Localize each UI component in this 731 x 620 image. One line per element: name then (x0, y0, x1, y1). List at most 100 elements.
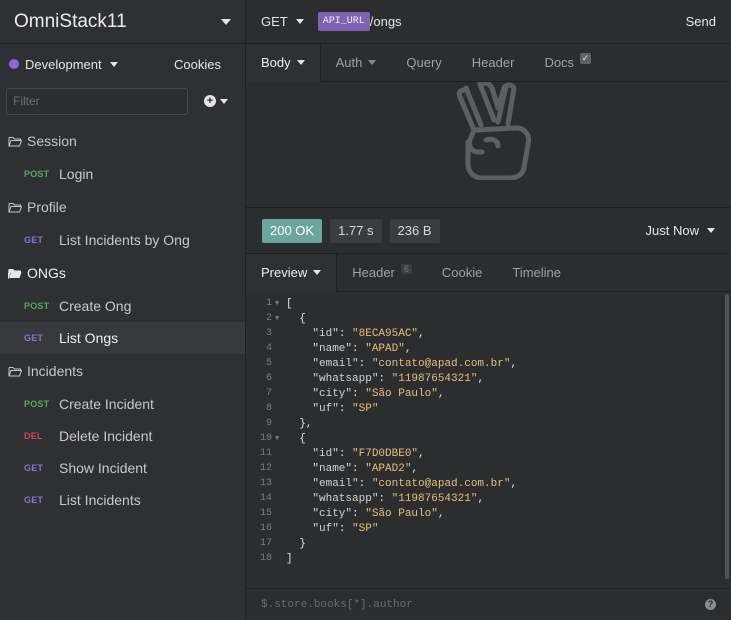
json-value: "São Paulo" (365, 387, 438, 400)
json-value: "São Paulo" (365, 507, 438, 520)
code-text: { (286, 312, 306, 325)
request-label: Create Ong (59, 298, 132, 314)
line-number: 1 (265, 298, 272, 309)
method-badge: GET (24, 333, 44, 343)
tab-body[interactable]: Body (246, 43, 321, 82)
json-value: "SP" (352, 402, 379, 415)
tab-label: Cookie (441, 265, 483, 280)
json-key: "email" (312, 477, 359, 490)
line-number: 18 (259, 553, 272, 564)
chevron-down-icon (313, 270, 322, 275)
method-badge: GET (24, 235, 44, 245)
tab-docs[interactable]: Docs ✓ (529, 44, 606, 82)
json-key: "name" (312, 462, 353, 475)
json-key: "whatsapp" (312, 372, 379, 385)
add-request-button[interactable]: + (204, 95, 228, 107)
fold-arrow-icon[interactable]: ▼ (272, 435, 286, 443)
chevron-down-icon[interactable] (295, 19, 304, 24)
code-line: 12 "name": "APAD2", (246, 461, 731, 476)
json-key: "name" (312, 342, 353, 355)
filter-input[interactable] (6, 87, 188, 115)
line-number: 2 (265, 313, 272, 324)
request-login[interactable]: POST Login (0, 158, 245, 190)
environment-color-dot (9, 59, 19, 69)
code-text: ] (286, 552, 293, 565)
folder-open-icon (8, 136, 22, 146)
history-label: Just Now (645, 223, 699, 238)
request-create-ong[interactable]: POST Create Ong (0, 290, 245, 322)
code-line: 3 "id": "8ECA95AC", (246, 326, 731, 341)
tab-label: Header (352, 265, 395, 280)
tab-timeline[interactable]: Timeline (497, 254, 576, 292)
json-key: "city" (312, 387, 353, 400)
code-line: 14 "whatsapp": "11987654321", (246, 491, 731, 506)
line-number: 17 (259, 538, 272, 549)
code-line: 16 "uf": "SP" (246, 521, 731, 536)
code-line: 2 ▼ { (246, 311, 731, 326)
chevron-down-icon[interactable] (109, 61, 118, 67)
folder-open-icon (8, 366, 22, 376)
header-count-badge: 6 (400, 263, 412, 274)
request-delete-incident[interactable]: DEL Delete Incident (0, 420, 245, 452)
folder-ongs[interactable]: ONGs (0, 256, 245, 290)
tab-response-header[interactable]: Header 6 (337, 254, 427, 292)
peace-hand-icon (456, 82, 531, 180)
line-number: 11 (259, 448, 272, 459)
fold-arrow-icon[interactable]: ▼ (272, 300, 286, 308)
line-number: 10 (259, 433, 272, 444)
request-show-incident[interactable]: GET Show Incident (0, 452, 245, 484)
tab-header[interactable]: Header (457, 44, 530, 82)
line-number: 15 (259, 508, 272, 519)
json-key: "id" (312, 447, 339, 460)
json-value: "11987654321" (391, 372, 478, 385)
tab-query[interactable]: Query (391, 44, 456, 82)
method-badge: DEL (24, 431, 43, 441)
response-tabs: Preview Header 6 Cookie Timeline (246, 253, 731, 292)
folder-incidents[interactable]: Incidents (0, 354, 245, 388)
tab-label: Query (406, 55, 442, 70)
code-text: } (286, 537, 306, 550)
tab-label: Timeline (512, 265, 562, 280)
workspace-header[interactable]: OmniStack11 (0, 0, 245, 44)
code-line: 6 "whatsapp": "11987654321", (246, 371, 731, 386)
line-number: 6 (265, 373, 272, 384)
request-list-incidents[interactable]: GET List Incidents (0, 484, 245, 516)
folder-session[interactable]: Session (0, 124, 245, 158)
response-filter-input[interactable]: $.store.books[*].author (261, 599, 413, 611)
request-list-incidents-by-ong[interactable]: GET List Incidents by Ong (0, 224, 245, 256)
line-number: 3 (265, 328, 272, 339)
url-path[interactable]: /ongs (370, 14, 402, 29)
method-selector[interactable]: GET (261, 14, 288, 29)
cookies-button[interactable]: Cookies (174, 57, 221, 72)
line-number: 5 (265, 358, 272, 369)
request-create-incident[interactable]: POST Create Incident (0, 388, 245, 420)
line-number: 9 (265, 418, 272, 429)
request-list-ongs[interactable]: GET List Ongs (0, 322, 245, 354)
environment-variable-tag[interactable]: API_URL (317, 12, 370, 31)
scrollbar[interactable] (725, 294, 729, 579)
status-code-badge: 200 OK (262, 218, 323, 243)
line-number: 16 (259, 523, 272, 534)
fold-arrow-icon[interactable]: ▼ (272, 315, 286, 323)
tab-auth[interactable]: Auth (321, 44, 392, 82)
send-button[interactable]: Send (686, 14, 716, 29)
environment-selector[interactable]: Development (25, 57, 102, 72)
json-value: "contato@apad.com.br" (371, 357, 511, 370)
tab-preview[interactable]: Preview (246, 253, 338, 292)
folder-open-icon (8, 202, 22, 212)
chevron-down-icon[interactable] (221, 18, 231, 25)
json-key: "city" (312, 507, 353, 520)
tab-cookie[interactable]: Cookie (427, 254, 497, 292)
code-line: 11 "id": "F7D0DBE0", (246, 446, 731, 461)
code-line: 13 "email": "contato@apad.com.br", (246, 476, 731, 491)
history-dropdown[interactable]: Just Now (646, 223, 715, 238)
code-line: 18] (246, 551, 731, 566)
response-preview[interactable]: 1 ▼[ 2 ▼ { 3 "id": "8ECA95AC", 4 "name": "… (246, 292, 731, 590)
folder-profile[interactable]: Profile (0, 190, 245, 224)
code-line: 4 "name": "APAD", (246, 341, 731, 356)
help-icon[interactable]: ? (705, 599, 716, 610)
tab-label: Docs (544, 55, 575, 70)
tab-label: Body (261, 55, 291, 70)
request-body-empty (246, 82, 731, 208)
filter-row: + (0, 84, 245, 118)
